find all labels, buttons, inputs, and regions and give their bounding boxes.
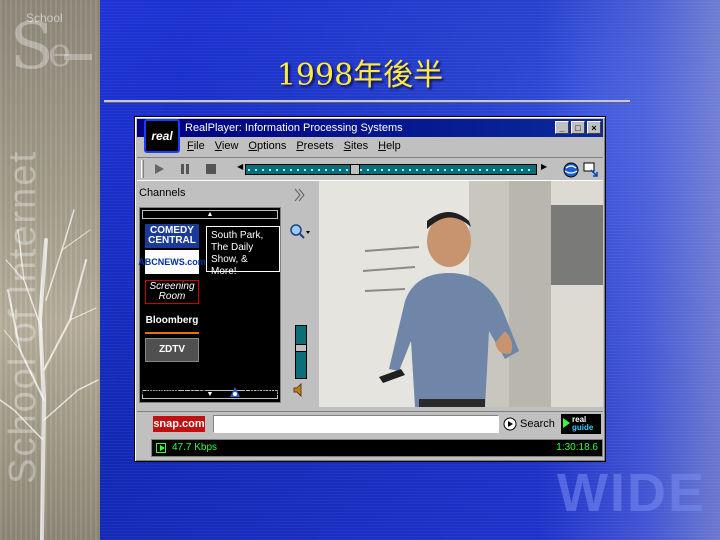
channel-zdtv[interactable]: ZDTV: [145, 338, 199, 362]
channels-scroll-up[interactable]: ▲: [142, 210, 278, 219]
play-icon: [155, 164, 164, 174]
seek-forward-arrow-icon[interactable]: ▶: [541, 162, 547, 171]
tree-silhouette: [0, 209, 99, 540]
maximize-button[interactable]: □: [571, 121, 585, 134]
channels-panel: ▲ COMEDY CENTRAL ABCNEWS.com Screening R…: [138, 207, 281, 403]
menu-bar: File View Options Presets Sites Help: [187, 138, 401, 154]
transport-toolbar: ◀ ▶: [137, 157, 603, 181]
wide-watermark: WIDE: [557, 463, 706, 523]
channel-bloomberg[interactable]: Bloomberg: [145, 310, 199, 334]
speaker-icon[interactable]: [293, 383, 307, 397]
toolbar-grip: [141, 160, 144, 178]
channel-screening-room[interactable]: Screening Room: [145, 280, 199, 304]
play-button[interactable]: [148, 160, 170, 178]
search-button[interactable]: Search: [503, 414, 559, 434]
stop-icon: [206, 164, 216, 174]
realplayer-window: real RealPlayer: Information Processing …: [134, 116, 606, 462]
time-readout: 1:30:18.6: [556, 442, 598, 453]
updated-time: Updated 17:34: [141, 387, 207, 398]
seek-slider[interactable]: [245, 164, 537, 175]
menu-view[interactable]: View: [215, 138, 239, 154]
pause-button[interactable]: [174, 160, 196, 178]
globe-icon[interactable]: [563, 162, 579, 178]
slide-title: 1998年後半: [276, 58, 444, 93]
resize-arrow-icon[interactable]: [583, 162, 599, 178]
menu-file[interactable]: File: [187, 138, 205, 154]
update-icon: [230, 387, 240, 397]
svg-text:School: School: [26, 11, 63, 25]
channel-comedy-central[interactable]: COMEDY CENTRAL: [145, 224, 199, 248]
bitrate-readout: 47.7 Kbps: [172, 442, 218, 453]
snap-logo[interactable]: snap.com: [153, 416, 205, 432]
menu-sites[interactable]: Sites: [344, 138, 368, 154]
minimize-button[interactable]: _: [555, 121, 569, 134]
panel-collapse-icon[interactable]: [291, 185, 305, 207]
title-divider: [104, 100, 630, 102]
realguide-logo[interactable]: real guide: [561, 414, 601, 434]
status-bar: 47.7 Kbps 1:30:18.6: [151, 439, 603, 457]
channels-label: Channels: [139, 187, 186, 199]
close-button[interactable]: ×: [587, 121, 601, 134]
search-input[interactable]: [213, 415, 499, 433]
side-controls: [285, 183, 315, 407]
real-logo: real: [144, 119, 180, 153]
status-play-icon: [156, 443, 166, 453]
channel-tooltip: South Park, The Daily Show, & More!: [206, 226, 280, 277]
zoom-icon[interactable]: [289, 223, 311, 239]
seek-thumb[interactable]: [350, 164, 360, 175]
menu-help[interactable]: Help: [378, 138, 401, 154]
window-titlebar[interactable]: RealPlayer: Information Processing Syste…: [137, 119, 603, 137]
seek-back-arrow-icon[interactable]: ◀: [237, 162, 243, 171]
update-button[interactable]: Update: [229, 386, 279, 398]
stop-button[interactable]: [200, 160, 222, 178]
window-title: RealPlayer: Information Processing Syste…: [185, 122, 403, 134]
video-display: [319, 181, 603, 407]
menu-options[interactable]: Options: [248, 138, 286, 154]
volume-slider[interactable]: [295, 325, 307, 379]
menu-presets[interactable]: Presets: [296, 138, 333, 154]
volume-thumb[interactable]: [295, 344, 307, 352]
pause-icon: [181, 164, 189, 174]
school-of-internet-text: School of Internet: [2, 150, 44, 484]
search-row: snap.com Search real guide: [137, 411, 603, 435]
search-play-icon: [503, 417, 517, 431]
channel-abcnews[interactable]: ABCNEWS.com: [138, 250, 206, 274]
